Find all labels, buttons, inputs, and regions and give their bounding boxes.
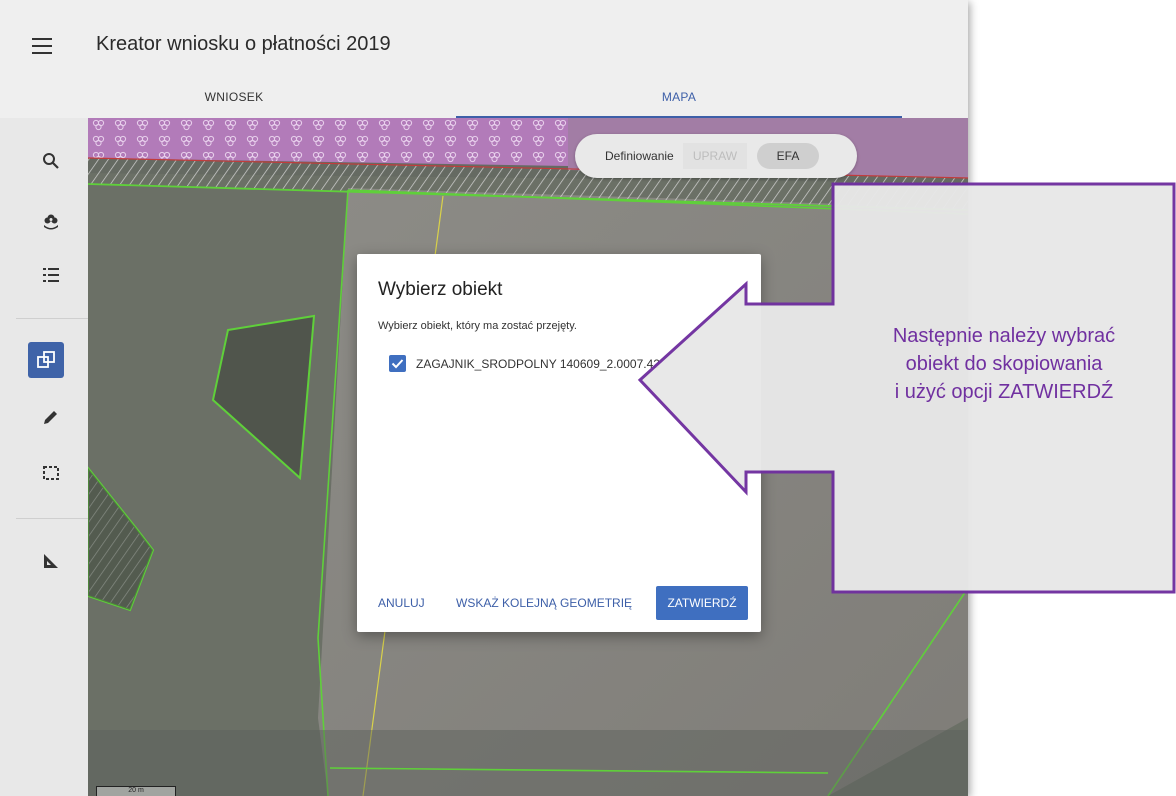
page-title: Kreator wniosku o płatności 2019	[96, 33, 391, 55]
tab-mapa[interactable]: MAPA	[456, 76, 902, 118]
callout-line-3: i użyć opcji ZATWIERDŹ	[894, 381, 1114, 403]
callout-line-1: Następnie należy wybrać	[892, 325, 1116, 347]
select-rectangle-icon[interactable]	[40, 462, 62, 484]
toolbar-divider	[16, 318, 88, 319]
side-toolbar	[0, 118, 88, 796]
map-scale-bar: 20 m	[96, 786, 176, 796]
list-icon[interactable]	[40, 264, 62, 286]
callout-line-2: obiekt do skopiowania	[905, 353, 1103, 375]
mode-toggle: Definiowanie UPRAW EFA	[575, 134, 857, 178]
object-checkbox[interactable]	[389, 355, 406, 372]
copy-geometry-icon[interactable]	[28, 342, 64, 378]
select-next-geometry-button[interactable]: WSKAŻ KOLEJNĄ GEOMETRIĘ	[456, 586, 632, 620]
cancel-button[interactable]: ANULUJ	[378, 586, 425, 620]
layers-flower-icon[interactable]	[40, 210, 62, 232]
mode-toggle-label: Definiowanie	[605, 149, 674, 163]
confirm-button[interactable]: ZATWIERDŹ	[656, 586, 748, 620]
measure-icon[interactable]	[40, 550, 62, 572]
mode-option-uprawy[interactable]: UPRAW	[683, 143, 747, 169]
checkmark-icon	[391, 359, 404, 369]
application-window: Kreator wniosku o płatności 2019 WNIOSEK…	[0, 0, 968, 796]
search-icon[interactable]	[40, 150, 62, 172]
hamburger-menu-icon[interactable]	[32, 38, 52, 54]
callout-text: Następnie należy wybrać obiekt do skopio…	[836, 322, 1172, 406]
dialog-title: Wybierz obiekt	[378, 279, 503, 300]
app-header: Kreator wniosku o płatności 2019 WNIOSEK…	[0, 0, 968, 118]
select-object-dialog: Wybierz obiekt Wybierz obiekt, który ma …	[357, 254, 761, 632]
dialog-subtitle: Wybierz obiekt, który ma zostać przejęty…	[378, 320, 577, 332]
mode-option-efa[interactable]: EFA	[757, 143, 819, 169]
pencil-icon[interactable]	[40, 406, 62, 428]
object-checkbox-label[interactable]: ZAGAJNIK_SRODPOLNY 140609_2.0007.42	[416, 357, 660, 371]
tab-wniosek[interactable]: WNIOSEK	[0, 76, 468, 118]
toolbar-divider	[16, 518, 88, 519]
